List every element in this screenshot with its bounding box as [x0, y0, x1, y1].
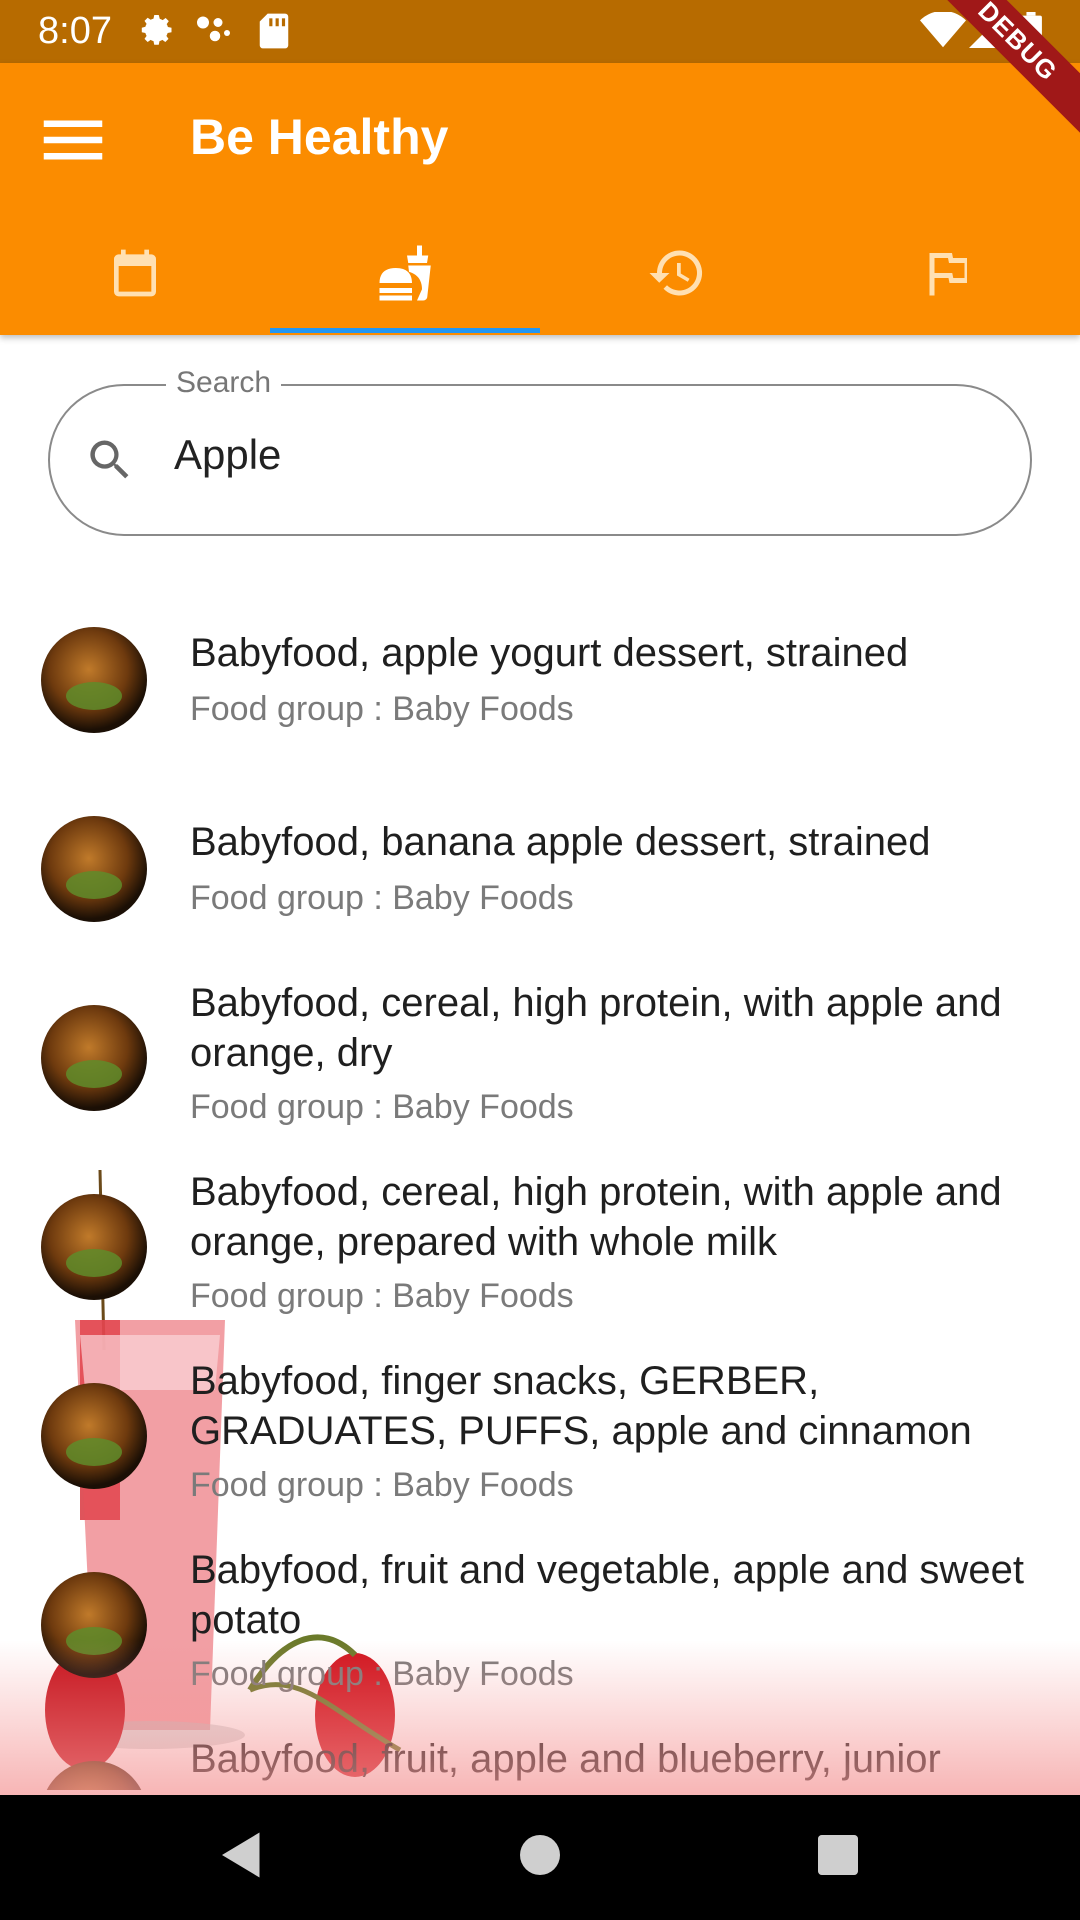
- search-input[interactable]: [172, 422, 976, 488]
- food-avatar: [41, 1761, 147, 1790]
- list-item-subtitle: Food group : Baby Foods: [190, 1088, 574, 1126]
- list-item-subtitle: Food group : Baby Foods: [190, 1466, 574, 1504]
- wifi-icon: [920, 12, 966, 48]
- list-item-title: Babyfood, fruit and vegetable, apple and…: [190, 1548, 1024, 1642]
- back-icon[interactable]: [212, 1825, 272, 1885]
- list-item[interactable]: Babyfood, cereal, high protein, with app…: [0, 978, 1080, 1158]
- list-item[interactable]: Babyfood, apple yogurt dessert, strained…: [0, 600, 1080, 780]
- system-nav-bar: [0, 1795, 1080, 1920]
- status-bar: 8:07: [0, 0, 1080, 63]
- tab-history[interactable]: [540, 233, 810, 335]
- search-field[interactable]: Search: [48, 366, 1032, 536]
- food-avatar: [41, 1383, 147, 1489]
- history-icon: [649, 250, 703, 296]
- search-label: Search: [166, 366, 282, 400]
- search-icon: [90, 440, 129, 479]
- food-avatar: [41, 1005, 147, 1111]
- fastfood-icon: [379, 245, 431, 301]
- list-item[interactable]: Babyfood, fruit and vegetable, apple and…: [0, 1545, 1080, 1725]
- home-icon[interactable]: [510, 1825, 570, 1885]
- settings-icon: [141, 15, 172, 45]
- flag-icon: [929, 253, 967, 296]
- status-time: 8:07: [38, 10, 112, 52]
- tab-flag[interactable]: [810, 233, 1080, 335]
- list-item-subtitle: Food group : Baby Foods: [190, 1655, 574, 1693]
- sd-card-icon: [259, 13, 289, 49]
- list-item-title: Babyfood, apple yogurt dessert, strained: [190, 631, 909, 675]
- list-item-subtitle: Food group : Baby Foods: [190, 879, 574, 917]
- food-avatar: [41, 627, 147, 733]
- list-item[interactable]: Babyfood, banana apple dessert, strained…: [0, 789, 1080, 969]
- list-item-title: Babyfood, fruit, apple and blueberry, ju…: [190, 1737, 941, 1781]
- list-item-title: Babyfood, finger snacks, GERBER, GRADUAT…: [190, 1359, 972, 1453]
- list-item-subtitle: Food group : Baby Foods: [190, 1277, 574, 1315]
- app-title: Be Healthy: [190, 109, 449, 165]
- app-bar: Be Healthy: [0, 63, 1080, 335]
- list-item[interactable]: Babyfood, finger snacks, GERBER, GRADUAT…: [0, 1356, 1080, 1536]
- food-avatar: [41, 1572, 147, 1678]
- tab-calendar[interactable]: [0, 233, 270, 335]
- list-item-title: Babyfood, cereal, high protein, with app…: [190, 981, 1002, 1075]
- list-item[interactable]: Babyfood, fruit, apple and blueberry, ju…: [0, 1734, 1080, 1790]
- food-avatar: [41, 816, 147, 922]
- menu-icon: [43, 120, 103, 160]
- results-list[interactable]: Babyfood, apple yogurt dessert, strained…: [0, 600, 1080, 1790]
- calendar-icon: [114, 249, 156, 297]
- tab-food[interactable]: [270, 233, 540, 335]
- menu-button[interactable]: [34, 101, 112, 179]
- assistant-icon: [197, 16, 230, 42]
- tab-indicator: [270, 328, 540, 333]
- list-item-title: Babyfood, cereal, high protein, with app…: [190, 1170, 1002, 1264]
- food-avatar: [41, 1194, 147, 1300]
- list-item-subtitle: Food group : Baby Foods: [190, 690, 574, 728]
- list-item-title: Babyfood, banana apple dessert, strained: [190, 820, 931, 864]
- list-item[interactable]: Babyfood, cereal, high protein, with app…: [0, 1167, 1080, 1347]
- recents-icon[interactable]: [808, 1825, 868, 1885]
